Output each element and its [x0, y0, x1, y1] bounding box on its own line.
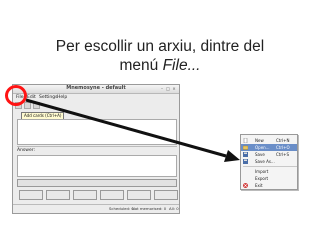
file-menu-save-shortcut: Ctrl+S [276, 152, 290, 157]
file-menu-open[interactable]: Open... Ctrl+O [241, 144, 297, 151]
new-file-icon [243, 138, 248, 143]
file-menu-save[interactable]: Save Ctrl+S [241, 151, 297, 158]
file-menu-new-label: New [255, 138, 264, 143]
open-folder-icon [243, 145, 248, 150]
pointer-arrow [25, 98, 240, 162]
exit-icon [243, 183, 248, 188]
file-menu-import-label: Import [255, 169, 269, 174]
file-menu-open-label: Open... [255, 145, 270, 150]
file-menu-dropdown: New Ctrl+N Open... Ctrl+O Save Ctrl+S Sa… [240, 134, 298, 190]
file-menu-save-label: Save [255, 152, 265, 157]
save-icon [243, 152, 248, 157]
file-menu-exit-label: Exit [255, 183, 263, 188]
save-as-icon [243, 159, 248, 164]
file-menu-save-as-label: Save As... [255, 159, 275, 164]
file-menu-new-shortcut: Ctrl+N [276, 138, 290, 143]
file-menu-import[interactable]: Import [241, 168, 297, 175]
menu-separator [243, 166, 297, 167]
file-menu-new[interactable]: New Ctrl+N [241, 137, 297, 144]
file-menu-export-label: Export [255, 176, 269, 181]
file-menu-open-shortcut: Ctrl+O [276, 145, 290, 150]
file-menu-export[interactable]: Export [241, 175, 297, 182]
file-menu-exit[interactable]: Exit [241, 182, 297, 189]
file-menu-save-as[interactable]: Save As... [241, 158, 297, 165]
